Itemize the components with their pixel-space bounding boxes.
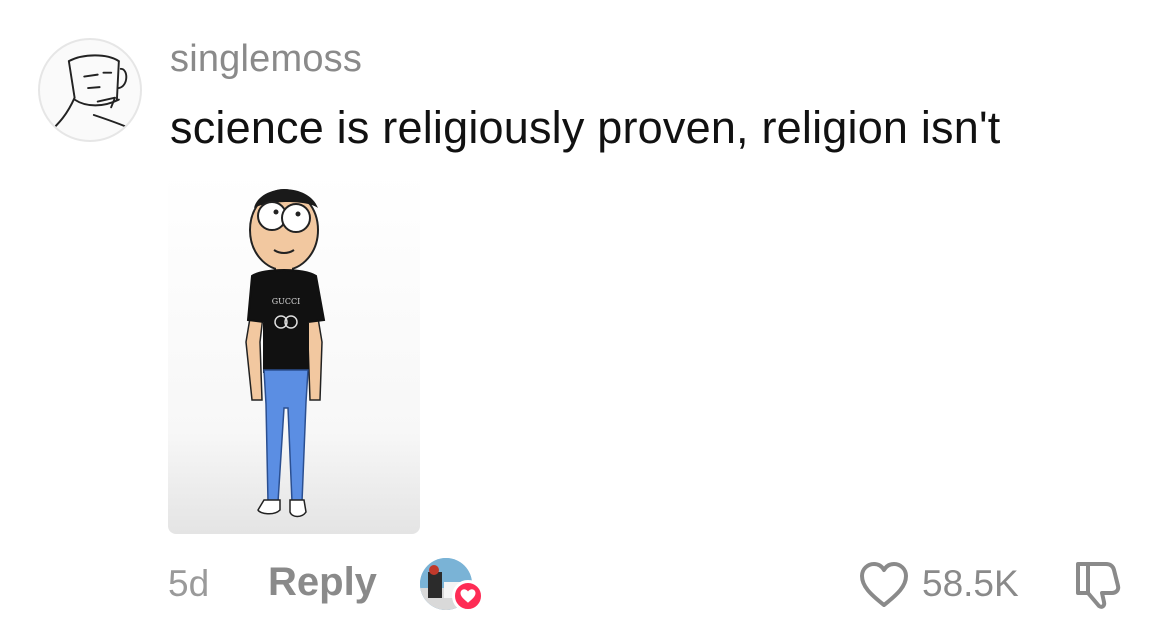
reply-button[interactable]: Reply [268, 560, 377, 605]
dislike-button[interactable] [1070, 558, 1126, 610]
heart-outline-icon [860, 562, 908, 607]
thumbs-down-icon [1076, 562, 1121, 609]
comment-timestamp: 5d [168, 563, 210, 604]
username[interactable]: singlemoss [170, 38, 362, 81]
shirt-logo-text: GUCCI [272, 297, 301, 306]
like-count: 58.5K [922, 563, 1019, 604]
user-avatar[interactable] [38, 38, 142, 142]
comment-sticker[interactable]: GUCCI [168, 172, 420, 534]
heart-icon [460, 589, 476, 603]
sketch-face-avatar-icon [48, 54, 132, 134]
comment-text: science is religiously proven, religion … [170, 102, 1001, 153]
comment-item: singlemoss science is religiously proven… [0, 0, 1170, 634]
creator-heart-badge [452, 580, 484, 612]
cartoon-character-sticker-icon: GUCCI [245, 189, 326, 518]
like-heart-icon[interactable] [858, 561, 910, 609]
